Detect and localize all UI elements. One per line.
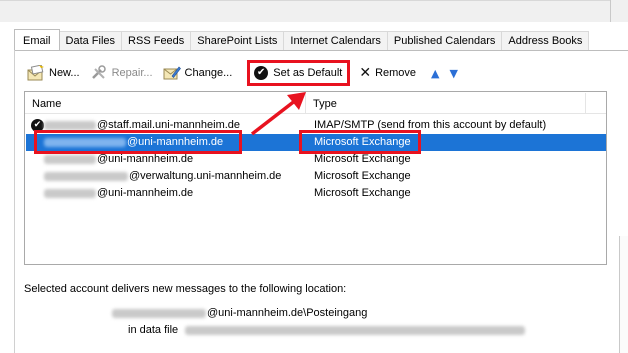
account-type: Microsoft Exchange [314, 170, 411, 182]
column-name-header[interactable]: Name [32, 98, 61, 110]
new-account-button[interactable]: New... [24, 62, 83, 84]
redacted-text [44, 120, 96, 130]
account-row[interactable]: @verwaltung.uni-mannheim.de Microsoft Ex… [26, 168, 606, 185]
move-down-icon[interactable]: ▼ [450, 67, 458, 80]
account-name: @verwaltung.uni-mannheim.de [44, 168, 281, 185]
move-up-icon[interactable]: ▲ [431, 67, 439, 80]
remove-account-label: Remove [375, 67, 417, 79]
tab-data-files[interactable]: Data Files [59, 31, 123, 51]
tab-panel-left-border [14, 50, 15, 353]
set-as-default-button[interactable]: ✔ Set as Default [247, 60, 351, 86]
checkmark-icon: ✔ [254, 66, 269, 80]
window-right-edge [610, 0, 628, 22]
delivery-location-path: @uni-mannheim.de\Posteingang [207, 307, 368, 319]
repair-tools-icon [90, 65, 108, 81]
tab-sharepoint-lists[interactable]: SharePoint Lists [191, 31, 285, 51]
tab-address-books[interactable]: Address Books [502, 31, 590, 51]
tab-strip: Email Data Files RSS Feeds SharePoint Li… [14, 29, 590, 51]
highlight-box-account-type [299, 130, 421, 154]
delivery-location: @uni-mannheim.de\Posteingang [112, 307, 367, 319]
account-toolbar: New... Repair... Change... ✔ Set as Defa… [24, 60, 466, 86]
change-account-label: Change... [184, 67, 233, 79]
new-mail-icon [27, 64, 45, 81]
account-list-header: Name Type [25, 92, 606, 114]
change-account-icon [163, 65, 181, 81]
column-type-header[interactable]: Type [313, 98, 337, 110]
repair-account-label: Repair... [111, 67, 153, 79]
tab-email[interactable]: Email [14, 29, 60, 51]
tab-panel-border [14, 50, 628, 51]
account-row[interactable]: @uni-mannheim.de Microsoft Exchange [26, 185, 606, 202]
remove-x-icon: ✕ [359, 65, 372, 81]
new-account-label: New... [49, 67, 80, 79]
account-type: Microsoft Exchange [314, 187, 411, 199]
tab-internet-calendars[interactable]: Internet Calendars [284, 31, 388, 51]
redacted-text [185, 325, 526, 335]
column-separator [585, 93, 586, 113]
data-file-label: in data file [128, 324, 179, 336]
set-as-default-label: Set as Default [273, 67, 343, 79]
column-separator [305, 93, 306, 113]
data-file-line: in data file [128, 324, 526, 336]
account-domain: @verwaltung.uni-mannheim.de [129, 170, 282, 182]
repair-account-button[interactable]: Repair... [87, 62, 156, 84]
window-edge [0, 0, 628, 1]
account-name: @uni-mannheim.de [44, 185, 193, 202]
account-domain: @uni-mannheim.de [97, 187, 194, 199]
delivery-note: Selected account delivers new messages t… [24, 283, 347, 295]
tab-published-calendars[interactable]: Published Calendars [387, 31, 503, 51]
change-account-button[interactable]: Change... [160, 62, 236, 84]
tab-rss-feeds[interactable]: RSS Feeds [122, 31, 192, 51]
window-right-edge-lower [619, 236, 628, 353]
redacted-text [44, 188, 96, 198]
redacted-text [44, 171, 128, 181]
window-top-band [0, 0, 628, 22]
remove-account-button[interactable]: ✕ Remove [356, 62, 419, 84]
highlight-box-account-name [34, 130, 242, 154]
account-domain: @uni-mannheim.de [97, 153, 194, 165]
redacted-text [112, 308, 206, 318]
account-list[interactable]: Name Type ✔ @staff.mail.uni-mannheim.de … [24, 91, 607, 265]
redacted-text [44, 154, 96, 164]
